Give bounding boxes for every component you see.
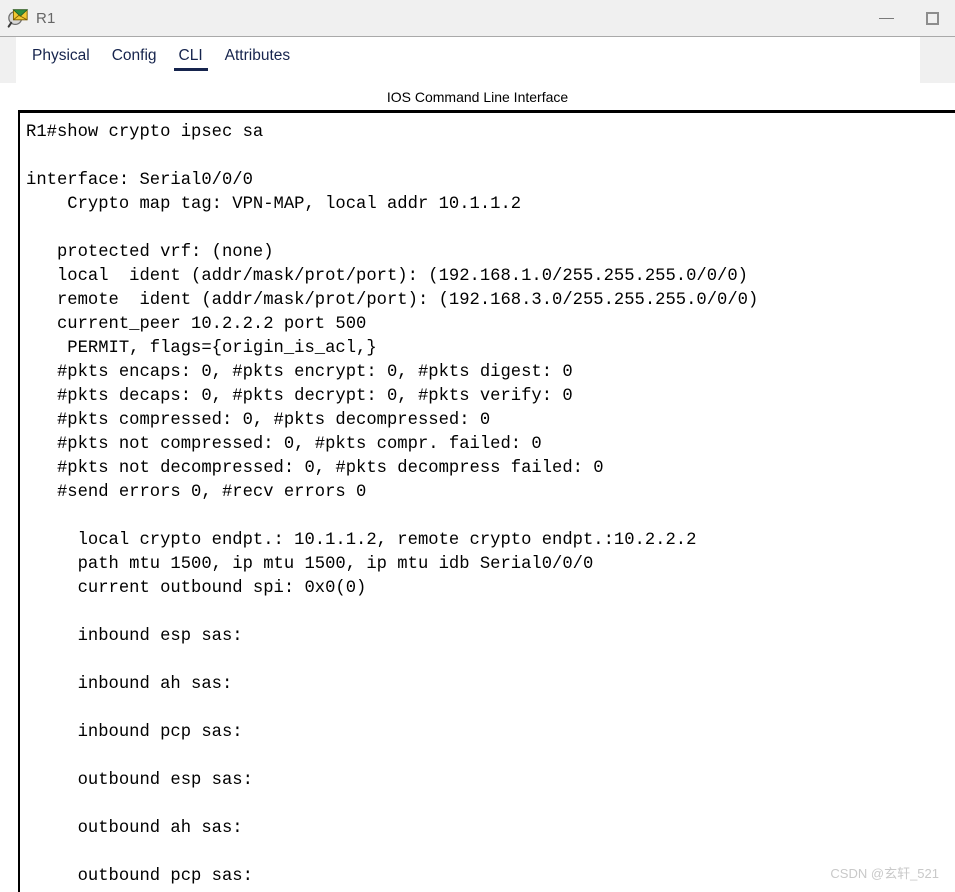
cli-header: IOS Command Line Interface — [0, 83, 955, 111]
terminal-line: protected vrf: (none) — [26, 243, 274, 262]
terminal-line: #send errors 0, #recv errors 0 — [26, 483, 367, 502]
cli-header-label: IOS Command Line Interface — [386, 89, 569, 105]
tab-config[interactable]: Config — [112, 37, 157, 71]
terminal-panel[interactable]: R1#show crypto ipsec sa interface: Seria… — [18, 110, 955, 892]
router-cli-window: R1 Physical Config CLI Attributes IOS Co… — [0, 0, 955, 892]
terminal-line: remote ident (addr/mask/prot/port): (192… — [26, 291, 759, 310]
terminal-line: inbound ah sas: — [26, 675, 233, 694]
terminal-line: interface: Serial0/0/0 — [26, 171, 253, 190]
terminal-line: local crypto endpt.: 10.1.1.2, remote cr… — [26, 531, 697, 550]
terminal-line: outbound pcp sas: — [26, 867, 253, 886]
terminal-line: current outbound spi: 0x0(0) — [26, 579, 367, 598]
tab-strip: Physical Config CLI Attributes — [16, 37, 920, 83]
tab-strip-background: Physical Config CLI Attributes — [0, 37, 955, 83]
minimize-icon — [878, 17, 894, 19]
title-bar: R1 — [0, 0, 955, 37]
minimize-button[interactable] — [863, 0, 909, 36]
terminal-line: local ident (addr/mask/prot/port): (192.… — [26, 267, 748, 286]
terminal-line: PERMIT, flags={origin_is_acl,} — [26, 339, 377, 358]
terminal-line: current_peer 10.2.2.2 port 500 — [26, 315, 367, 334]
terminal-line: #pkts not decompressed: 0, #pkts decompr… — [26, 459, 604, 478]
maximize-icon — [925, 11, 939, 25]
tab-physical[interactable]: Physical — [32, 37, 90, 71]
window-controls — [863, 0, 955, 36]
terminal-line: outbound esp sas: — [26, 771, 253, 790]
maximize-button[interactable] — [909, 0, 955, 36]
terminal-line: #pkts compressed: 0, #pkts decompressed:… — [26, 411, 491, 430]
packet-tracer-envelope-icon — [7, 9, 29, 28]
tab-cli[interactable]: CLI — [173, 37, 208, 71]
terminal-line: inbound pcp sas: — [26, 723, 243, 742]
terminal-line: #pkts encaps: 0, #pkts encrypt: 0, #pkts… — [26, 363, 573, 382]
terminal-line: Crypto map tag: VPN-MAP, local addr 10.1… — [26, 195, 522, 214]
terminal-line: inbound esp sas: — [26, 627, 243, 646]
tab-attributes[interactable]: Attributes — [225, 37, 290, 71]
terminal-line: R1#show crypto ipsec sa — [26, 123, 264, 142]
terminal-output[interactable]: R1#show crypto ipsec sa interface: Seria… — [20, 113, 955, 889]
terminal-line: #pkts not compressed: 0, #pkts compr. fa… — [26, 435, 542, 454]
window-title: R1 — [36, 9, 56, 27]
terminal-line: outbound ah sas: — [26, 819, 243, 838]
terminal-line: #pkts decaps: 0, #pkts decrypt: 0, #pkts… — [26, 387, 573, 406]
terminal-line: path mtu 1500, ip mtu 1500, ip mtu idb S… — [26, 555, 594, 574]
